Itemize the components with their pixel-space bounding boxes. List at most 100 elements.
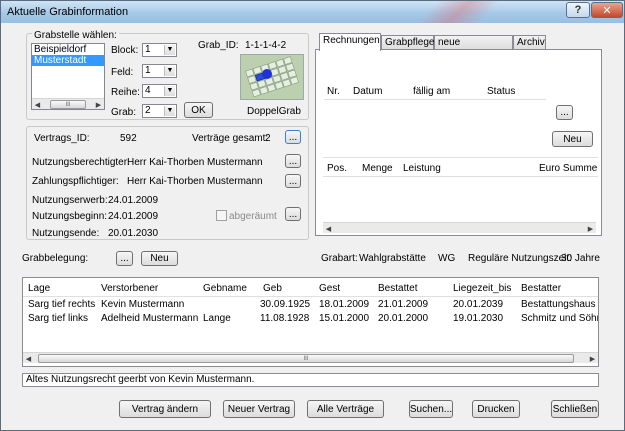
ok-button[interactable]: OK (184, 102, 213, 118)
cemetery-list-scrollbar[interactable]: ◀ III ▶ (32, 98, 104, 109)
vertraege-gesamt-label: Verträge gesamt: (192, 133, 269, 144)
cemetery-list[interactable]: Beispieldorf Musterstadt ◀ III ▶ (31, 43, 105, 110)
tab-neue-dokumente[interactable]: neue Dokumente (434, 35, 513, 62)
column-header-leistung[interactable]: Leistung (403, 163, 441, 174)
cell-geb: 30.09.1925 (260, 299, 311, 310)
column-header-datum[interactable]: Datum (353, 86, 382, 97)
nutzungsbeginn-value: 24.01.2009 (108, 211, 159, 222)
column-header-euro-summe[interactable]: Euro Summe (539, 163, 597, 174)
column-header-verstorbener[interactable]: Verstorbener (101, 283, 158, 294)
rechnungen-more-button[interactable]: ... (556, 105, 573, 120)
window-title: Aktuelle Grabinformation (7, 6, 129, 18)
grab-select[interactable]: 2 ▼ (142, 104, 177, 118)
feld-value: 1 (145, 65, 151, 76)
burials-scrollbar[interactable]: ◀ III ▶ (23, 352, 598, 363)
help-button[interactable]: ? (566, 2, 590, 18)
abgeraeumt-label: abgeräumt (229, 211, 277, 222)
feld-select[interactable]: 1 ▼ (142, 64, 177, 78)
alle-vertraege-button[interactable]: Alle Verträge (307, 400, 384, 418)
column-header-nr[interactable]: Nr. (327, 86, 340, 97)
tab-rechnungen[interactable]: Rechnungen (319, 33, 381, 51)
grabart-label: Grabart: (321, 253, 358, 264)
grabbelegung-label: Grabbelegung: (22, 253, 89, 264)
column-header-geb[interactable]: Geb (263, 283, 282, 294)
grabart-value: Wahlgrabstätte (359, 253, 426, 264)
neuer-vertrag-button[interactable]: Neuer Vertrag (223, 400, 295, 418)
reihe-select[interactable]: 4 ▼ (142, 84, 177, 98)
cell-bestattet: 21.01.2009 (378, 299, 429, 310)
rechnung-neu-button[interactable]: Neu (552, 131, 593, 147)
tab-archiv[interactable]: Archiv (513, 35, 546, 50)
nutzungserwerb-value: 24.01.2009 (108, 195, 159, 206)
cell-lage: Sarg tief links (28, 313, 89, 324)
zahlungspflichtiger-label: Zahlungspflichtiger: (32, 176, 119, 187)
abgeraeumt-checkbox[interactable] (216, 210, 227, 221)
list-item-cemetery-1[interactable]: Musterstadt (32, 55, 104, 66)
grabbelegung-neu-button[interactable]: Neu (141, 251, 178, 266)
nutzungszeit-label: Reguläre Nutzungszeit: (468, 253, 572, 264)
column-header-status[interactable]: Status (487, 86, 515, 97)
column-header-menge[interactable]: Menge (362, 163, 393, 174)
block-select[interactable]: 1 ▼ (142, 43, 177, 57)
reihe-value: 4 (145, 85, 151, 96)
scroll-left-icon[interactable]: ◀ (23, 353, 34, 364)
drucken-button[interactable]: Drucken (472, 400, 520, 418)
grave-map-graphic (241, 55, 303, 99)
zahlungspflichtiger-more-button[interactable]: ... (285, 174, 301, 188)
column-header-gebname[interactable]: Gebname (203, 283, 247, 294)
cell-gest: 15.01.2000 (319, 313, 370, 324)
nutzungsberechtigter-more-button[interactable]: ... (285, 154, 301, 168)
chevron-down-icon: ▼ (164, 45, 175, 55)
grab-id-value: 1-1-1-4-2 (245, 40, 287, 51)
positions-scrollbar[interactable]: ◀ ▶ (323, 222, 596, 233)
help-icon: ? (574, 4, 582, 16)
chevron-down-icon: ▼ (164, 86, 175, 96)
title-bar[interactable]: Aktuelle Grabinformation ? ✕ (1, 1, 624, 23)
suchen-button[interactable]: Suchen... (409, 400, 453, 418)
scroll-left-icon[interactable]: ◀ (32, 99, 43, 110)
scroll-right-icon[interactable]: ▶ (93, 99, 104, 110)
nutzungsende-label: Nutzungsende: (32, 228, 100, 239)
grab-value: 2 (145, 105, 151, 116)
nutzungsbeginn-label: Nutzungsbeginn: (32, 211, 108, 222)
grabstelle-label: Grabstelle wählen: (32, 30, 119, 41)
cell-bestatter: Schmitz und Söhne (521, 313, 598, 324)
vertraege-more-button[interactable]: ... (285, 130, 301, 144)
nutzungszeit-value: 30 Jahre (561, 253, 600, 264)
scroll-thumb[interactable]: III (50, 100, 86, 109)
scroll-thumb[interactable]: III (38, 354, 574, 363)
column-header-gest[interactable]: Gest (319, 283, 340, 294)
chevron-down-icon: ▼ (164, 66, 175, 76)
column-header-pos[interactable]: Pos. (327, 163, 347, 174)
scroll-right-icon[interactable]: ▶ (585, 223, 596, 234)
nutzungserwerb-label: Nutzungserwerb: (32, 195, 108, 206)
close-window-button[interactable]: ✕ (591, 2, 623, 18)
position-header-divider-top (323, 157, 598, 158)
table-row[interactable]: Sarg tief rechts Kevin Mustermann 30.09.… (23, 298, 598, 311)
block-label: Block: (111, 45, 139, 56)
scroll-left-icon[interactable]: ◀ (323, 223, 334, 234)
table-row[interactable]: Sarg tief links Adelheid Mustermann Lang… (23, 312, 598, 325)
column-header-lage[interactable]: Lage (28, 283, 50, 294)
cell-bestattet: 20.01.2000 (378, 313, 429, 324)
column-header-bestatter[interactable]: Bestatter (521, 283, 561, 294)
column-header-faellig-am[interactable]: fällig am (413, 86, 450, 97)
scroll-right-icon[interactable]: ▶ (587, 353, 598, 364)
column-header-liegezeit-bis[interactable]: Liegezeit_bis (453, 283, 511, 294)
column-header-bestattet[interactable]: Bestattet (378, 283, 417, 294)
block-value: 1 (145, 44, 151, 55)
rechnungen-panel: Nr. Datum fällig am Status ... Neu Pos. … (315, 49, 602, 236)
grabinformation-window: Aktuelle Grabinformation ? ✕ Grabstelle … (0, 0, 625, 431)
position-header-divider (323, 176, 598, 177)
grabbelegung-more-button[interactable]: ... (116, 251, 133, 266)
cell-gest: 18.01.2009 (319, 299, 370, 310)
grabart-code: WG (438, 253, 456, 264)
feld-label: Feld: (111, 67, 134, 78)
burials-header-divider (23, 296, 598, 297)
vertrag-aendern-button[interactable]: Vertrag ändern (119, 400, 211, 418)
grave-map[interactable] (240, 54, 304, 100)
schliessen-button[interactable]: Schließen (551, 400, 599, 418)
tab-grabpflege[interactable]: Grabpflege (381, 35, 434, 50)
list-item-cemetery-0[interactable]: Beispieldorf (32, 44, 104, 55)
abgeraeumt-more-button[interactable]: ... (285, 207, 301, 221)
